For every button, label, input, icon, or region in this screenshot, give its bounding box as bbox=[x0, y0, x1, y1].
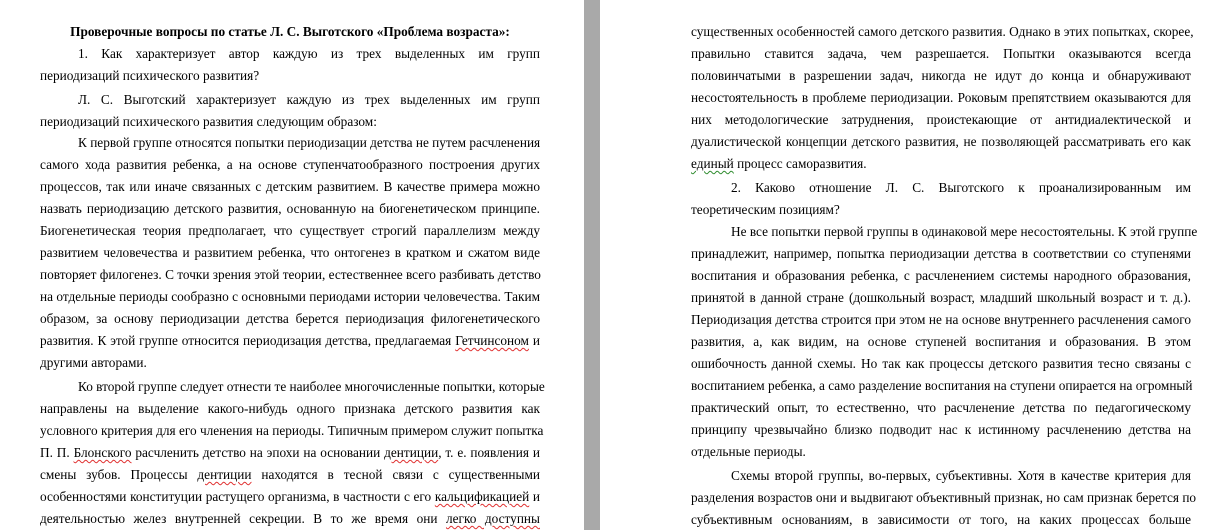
text-line: образом, за основу периодизации детства … bbox=[40, 311, 540, 326]
page-gap bbox=[584, 0, 600, 530]
text-line: процессов, так или иначе связанных с дет… bbox=[40, 179, 540, 194]
text-line: субъективным основаниям, в зависимости о… bbox=[691, 512, 1191, 527]
text-line: развития. К этой группе относится период… bbox=[40, 333, 540, 348]
grammar-error: единый bbox=[691, 156, 734, 171]
text-line: деятельностью желез внутренней секреции.… bbox=[40, 511, 540, 526]
spelling-error: Гетчинсоном bbox=[455, 333, 529, 348]
text-line: теоретическим позициям? bbox=[691, 202, 840, 217]
text-line: Ко второй группе следует отнести те наиб… bbox=[78, 379, 545, 394]
document-page-left[interactable]: Проверочные вопросы по статье Л. С. Выго… bbox=[0, 0, 584, 530]
spelling-error: дентиции bbox=[197, 467, 252, 482]
text-line: воспитанием ребенка, а само разделение в… bbox=[691, 378, 1193, 393]
text-line: дуалистической концепции детского развит… bbox=[691, 134, 1191, 149]
spelling-error: кальцификацией bbox=[434, 489, 530, 504]
text-line: условного критерия для его членения на п… bbox=[40, 423, 544, 438]
text-line: другими авторами. bbox=[40, 355, 147, 370]
text-line: правильно ставится задача, чем разрешает… bbox=[691, 46, 1191, 61]
text-line: половинчатыми в разрешении задач, никогд… bbox=[691, 68, 1191, 83]
text-line: принципу чрезвычайно близко подводит нас… bbox=[691, 422, 1191, 437]
spelling-error: легко доступны bbox=[445, 511, 540, 526]
spelling-error: дентиции bbox=[384, 445, 439, 460]
spelling-error: Блонского bbox=[73, 445, 132, 460]
text-line: Л. С. Выготский характеризует каждую из … bbox=[78, 92, 540, 107]
text-line: периодизаций психического развития следу… bbox=[40, 114, 377, 129]
text-line: единый процесс саморазвития. bbox=[691, 156, 867, 171]
text-line: Периодизация детства строится при этом н… bbox=[691, 312, 1191, 327]
text-line: К первой группе относятся попытки период… bbox=[78, 135, 541, 150]
text-line: практический опыт, то естественно, что р… bbox=[691, 400, 1191, 415]
text-line: несостоятельность в проблеме периодизаци… bbox=[691, 90, 1191, 105]
text-line: смены зубов. Процессы дентиции находятся… bbox=[40, 467, 540, 482]
text-line: развития, а, как видим, на основе ступен… bbox=[691, 334, 1191, 349]
text-line: Биогенетическая теория предполагает, что… bbox=[40, 223, 540, 238]
text-line: на отдельные периоды сообразно с основны… bbox=[40, 289, 540, 304]
text-line: назвать периодизацию детского развития, … bbox=[40, 201, 540, 216]
question-1: 1. Как характеризует автор каждую из тре… bbox=[78, 46, 540, 61]
text-line: периодизаций психического развития? bbox=[40, 68, 260, 83]
text-line: самого хода развития ребенка, а на основ… bbox=[40, 157, 540, 172]
text-line: них методологические затруднения, проист… bbox=[691, 112, 1191, 127]
text-line: Не все попытки первой группы в одинаково… bbox=[731, 224, 1198, 239]
document-page-right[interactable]: существенных особенностей самого детског… bbox=[600, 0, 1219, 530]
document-heading: Проверочные вопросы по статье Л. С. Выго… bbox=[70, 24, 510, 39]
text-line: существенных особенностей самого детског… bbox=[691, 24, 1194, 39]
text-line: особенностями конституции растущего орга… bbox=[40, 489, 540, 504]
text-line: П. П. Блонского расчленить детство на эп… bbox=[40, 445, 540, 460]
text-line: повторяет филогенез. С точки зрения этой… bbox=[40, 267, 541, 282]
text-line: отдельные периоды. bbox=[691, 444, 806, 459]
text-line: принадлежит, например, попытка периодиза… bbox=[691, 246, 1191, 261]
text-line: развитием человечества и развитием ребен… bbox=[40, 245, 540, 260]
text-line: Схемы второй группы, во-первых, субъекти… bbox=[731, 468, 1191, 483]
text-line: воспитания и образования ребенка, с расч… bbox=[691, 268, 1191, 283]
text-line: направлены на выделение какого-нибудь од… bbox=[40, 401, 540, 416]
question-2: 2. Каково отношение Л. С. Выготского к п… bbox=[731, 180, 1191, 195]
text-line: принятой в данной стране (дошкольный воз… bbox=[691, 290, 1191, 305]
text-line: разделения возрастов они и выдвигают объ… bbox=[691, 490, 1197, 505]
text-line: ошибочность данной схемы. Но так как про… bbox=[691, 356, 1191, 371]
